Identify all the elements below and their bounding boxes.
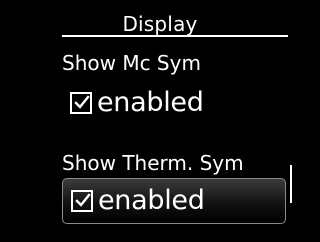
page-title: Display (122, 12, 198, 36)
show-mc-sym-value: enabled (97, 87, 204, 118)
checkbox-checked-icon (71, 190, 93, 212)
show-mc-sym-label: Show Mc Sym (62, 51, 201, 75)
scroll-indicator[interactable] (290, 165, 292, 203)
show-therm-sym-toggle[interactable]: enabled (62, 178, 286, 224)
show-therm-sym-label: Show Therm. Sym (62, 151, 244, 175)
display-settings-screen: Display Show Mc Sym enabled Show Therm. … (0, 0, 320, 242)
show-mc-sym-toggle[interactable]: enabled (62, 80, 286, 126)
checkbox-checked-icon (70, 92, 92, 114)
show-therm-sym-value: enabled (98, 185, 205, 216)
title-underline (62, 35, 288, 37)
